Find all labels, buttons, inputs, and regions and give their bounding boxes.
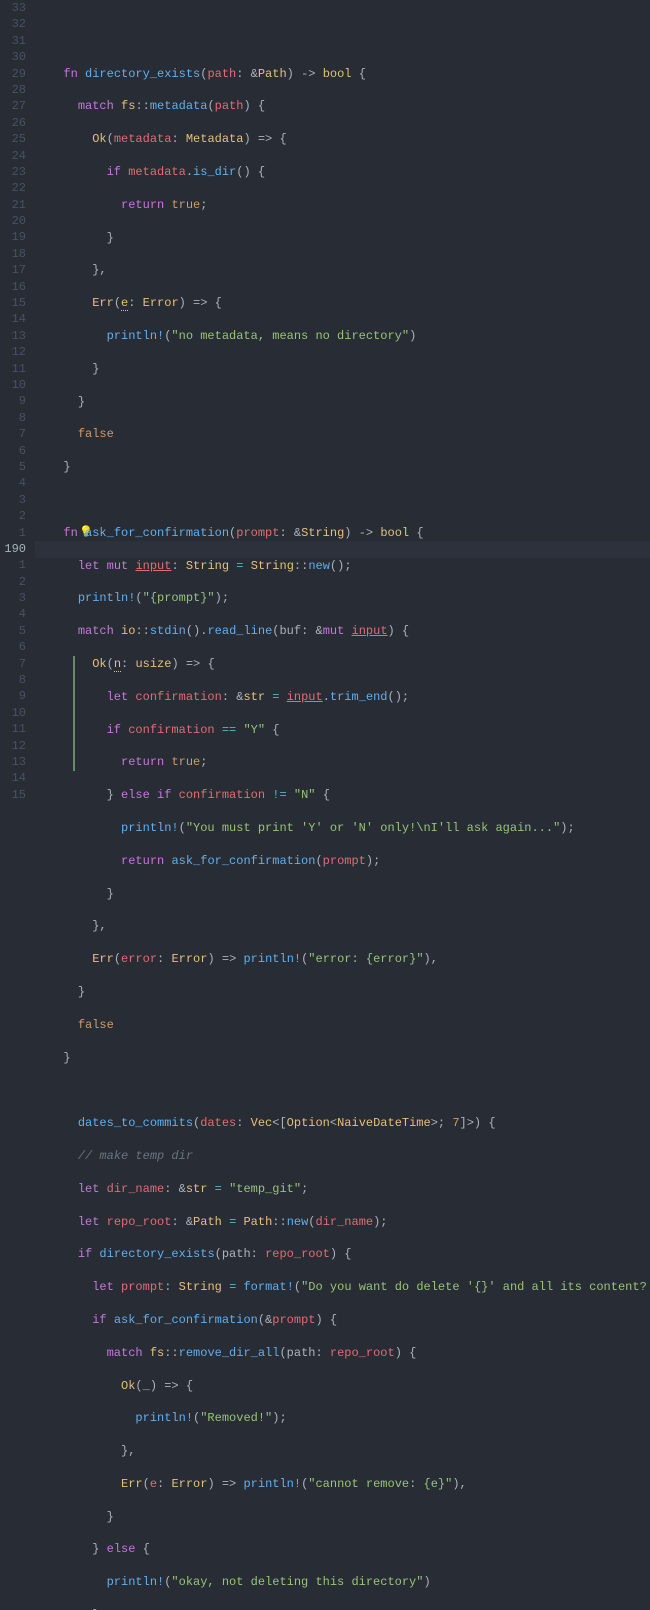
line-number: 10 (0, 705, 26, 721)
line-number: 3 (0, 492, 26, 508)
code-content[interactable]: fn directory_exists(path: &Path) -> bool… (49, 66, 650, 1610)
line-number: 28 (0, 82, 26, 98)
line-number: 27 (0, 98, 26, 114)
line-number: 2 (0, 508, 26, 524)
line-number: 14 (0, 311, 26, 327)
line-number: 22 (0, 180, 26, 196)
line-number: 190 (0, 541, 26, 557)
line-number: 8 (0, 410, 26, 426)
line-number: 26 (0, 115, 26, 131)
line-number: 2 (0, 574, 26, 590)
line-number: 14 (0, 770, 26, 786)
line-number: 7 (0, 426, 26, 442)
line-number: 24 (0, 148, 26, 164)
line-number: 11 (0, 361, 26, 377)
line-number: 9 (0, 688, 26, 704)
line-number: 17 (0, 262, 26, 278)
line-number: 4 (0, 606, 26, 622)
line-number: 29 (0, 66, 26, 82)
line-number: 33 (0, 0, 26, 16)
line-number: 5 (0, 623, 26, 639)
line-number: 9 (0, 393, 26, 409)
line-number: 32 (0, 16, 26, 32)
line-number: 25 (0, 131, 26, 147)
line-number: 12 (0, 344, 26, 360)
line-number: 7 (0, 656, 26, 672)
line-number: 18 (0, 246, 26, 262)
line-number: 11 (0, 721, 26, 737)
line-number: 12 (0, 738, 26, 754)
line-number: 15 (0, 295, 26, 311)
line-number: 13 (0, 328, 26, 344)
line-number: 3 (0, 590, 26, 606)
line-number: 1 (0, 557, 26, 573)
line-number: 15 (0, 787, 26, 803)
line-number: 23 (0, 164, 26, 180)
line-number: 21 (0, 197, 26, 213)
line-number: 4 (0, 475, 26, 491)
line-number: 6 (0, 443, 26, 459)
line-number-gutter: 3332313029282726252423222120191817161514… (0, 0, 35, 1610)
line-number: 31 (0, 33, 26, 49)
line-number: 6 (0, 639, 26, 655)
line-number: 30 (0, 49, 26, 65)
line-number: 20 (0, 213, 26, 229)
line-number: 10 (0, 377, 26, 393)
code-editor[interactable]: 3332313029282726252423222120191817161514… (0, 0, 650, 1610)
line-number: 13 (0, 754, 26, 770)
line-number: 5 (0, 459, 26, 475)
line-number: 19 (0, 229, 26, 245)
line-number: 8 (0, 672, 26, 688)
code-area[interactable]: 💡 fn directory_exists(path: &Path) -> bo… (35, 0, 650, 1610)
line-number: 1 (0, 525, 26, 541)
line-number: 16 (0, 279, 26, 295)
